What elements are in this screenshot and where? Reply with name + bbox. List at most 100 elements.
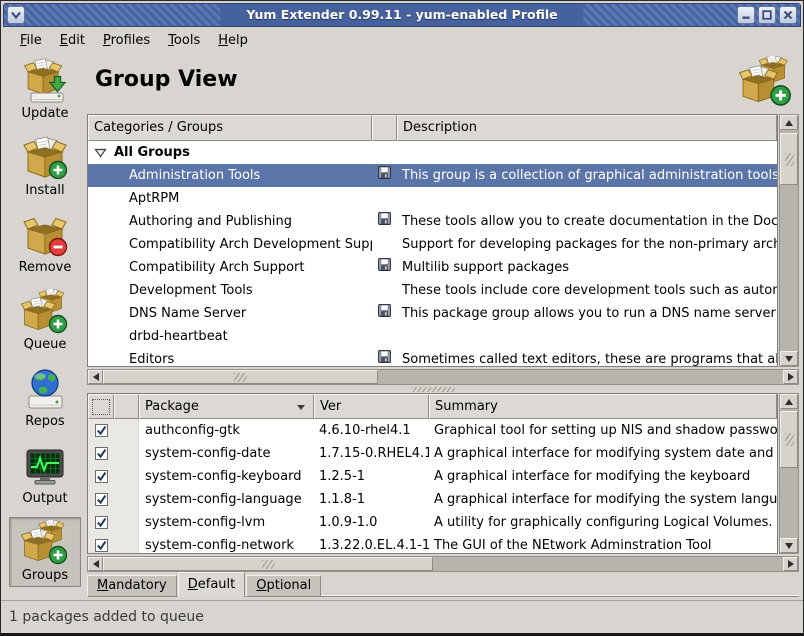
sidebar: Update Install Remove Queue Repos OutputGroup… <box>3 55 87 594</box>
floppy-disk-icon <box>378 210 391 233</box>
group-row[interactable]: All Groups <box>88 141 777 164</box>
group-row[interactable]: Compatibility Arch Development SupportSu… <box>88 233 777 256</box>
maximize-button[interactable] <box>758 6 776 24</box>
column-header-description[interactable]: Description <box>397 115 777 141</box>
groups-vscroll-thumb[interactable] <box>780 133 798 185</box>
package-checkbox[interactable] <box>95 447 108 460</box>
scroll-left-button[interactable] <box>88 370 103 384</box>
pane-splitter-handle[interactable] <box>411 387 455 392</box>
menu-edit[interactable]: Edit <box>51 31 94 50</box>
sidebar-item-update[interactable]: Update <box>9 55 81 125</box>
sidebar-item-label: Install <box>25 183 64 199</box>
groups-icon <box>21 520 69 568</box>
thumb-grip-icon <box>234 373 247 382</box>
sidebar-item-label: Queue <box>24 337 67 353</box>
column-header-media[interactable] <box>372 115 397 141</box>
group-name-cell: AptRPM <box>88 187 372 210</box>
group-label: All Groups <box>114 141 190 164</box>
package-row[interactable]: authconfig-gtk4.6.10-rhel4.1Graphical to… <box>88 419 777 442</box>
package-checkbox[interactable] <box>95 539 108 552</box>
menu-tools[interactable]: Tools <box>159 31 209 50</box>
packages-vscroll-thumb[interactable] <box>780 411 798 468</box>
group-row[interactable]: Compatibility Arch SupportMultilib suppo… <box>88 256 777 279</box>
sidebar-item-remove[interactable]: Remove <box>9 209 81 279</box>
packages-hscroll-thumb[interactable] <box>103 557 433 571</box>
packages-horizontal-scrollbar[interactable] <box>87 556 799 572</box>
package-row[interactable]: system-config-keyboard1.2.5-1A graphical… <box>88 465 777 488</box>
package-version: 1.2.5-1 <box>314 465 429 488</box>
package-checkbox[interactable] <box>95 424 108 437</box>
package-checkbox[interactable] <box>95 516 108 529</box>
arrow-down-icon <box>785 356 793 362</box>
menu-profiles[interactable]: Profiles <box>94 31 159 50</box>
menu-help[interactable]: Help <box>209 31 257 50</box>
groups-hscroll-thumb[interactable] <box>103 370 378 384</box>
window-menu-button[interactable] <box>7 6 25 24</box>
group-name-cell: Editors <box>88 348 372 367</box>
minimize-button[interactable] <box>737 6 755 24</box>
titlebar[interactable]: Yum Extender 0.99.11 - yum-enabled Profi… <box>3 3 801 27</box>
media-cell <box>372 348 397 367</box>
group-row[interactable]: DNS Name ServerThis package group allows… <box>88 302 777 325</box>
groups-table: Categories / Groups Description All Grou… <box>87 114 778 367</box>
sidebar-item-queue[interactable]: Queue <box>9 286 81 356</box>
package-summary: A graphical interface for modifying the … <box>429 465 777 488</box>
column-header-package[interactable]: Package <box>139 394 314 419</box>
sidebar-item-repos[interactable]: Repos <box>9 363 81 433</box>
expander-open-icon[interactable] <box>94 148 107 158</box>
scroll-up-button[interactable] <box>780 394 798 409</box>
package-row[interactable]: system-config-network1.3.22.0.EL.4.1-1Th… <box>88 534 777 553</box>
column-header-ver[interactable]: Ver <box>314 394 429 419</box>
package-row[interactable]: system-config-lvm1.0.9-1.0A utility for … <box>88 511 777 534</box>
tab-default[interactable]: Default <box>178 572 246 597</box>
package-row[interactable]: system-config-date1.7.15-0.RHEL4.1A grap… <box>88 442 777 465</box>
column-header-checkbox[interactable] <box>88 394 114 419</box>
tab-mandatory[interactable]: Mandatory <box>87 575 177 597</box>
arrow-left-icon <box>93 373 99 381</box>
sidebar-item-output[interactable]: Output <box>9 440 81 510</box>
scroll-left-button[interactable] <box>88 557 103 571</box>
package-checkbox[interactable] <box>95 493 108 506</box>
arrow-down-icon <box>785 543 793 549</box>
scroll-down-button[interactable] <box>780 538 798 553</box>
window-controls <box>737 6 797 24</box>
column-header-categories-groups[interactable]: Categories / Groups <box>88 115 372 141</box>
status-cell <box>114 442 139 465</box>
group-label: Development Tools <box>129 279 253 302</box>
group-row[interactable]: Development ToolsThese tools include cor… <box>88 279 777 302</box>
group-row[interactable]: AptRPM <box>88 187 777 210</box>
group-row[interactable]: EditorsSometimes called text editors, th… <box>88 348 777 367</box>
arrow-left-icon <box>93 560 99 568</box>
column-header-package-label: Package <box>145 399 199 414</box>
column-header-summary[interactable]: Summary <box>429 394 777 419</box>
sidebar-item-install[interactable]: Install <box>9 132 81 202</box>
menu-file[interactable]: File <box>11 31 51 50</box>
package-version: 1.3.22.0.EL.4.1-1 <box>314 534 429 553</box>
scroll-down-button[interactable] <box>780 351 798 366</box>
package-checkbox[interactable] <box>95 470 108 483</box>
package-name: system-config-lvm <box>139 511 314 534</box>
package-row[interactable]: system-config-language1.1.8-1A graphical… <box>88 488 777 511</box>
column-header-status[interactable] <box>114 394 139 419</box>
close-icon <box>782 9 794 21</box>
sidebar-item-label: Repos <box>25 414 64 430</box>
tab-optional[interactable]: Optional <box>246 575 321 597</box>
group-label: AptRPM <box>129 187 179 210</box>
packages-vertical-scrollbar[interactable] <box>779 393 799 554</box>
package-name: system-config-date <box>139 442 314 465</box>
group-row[interactable]: Authoring and PublishingThese tools allo… <box>88 210 777 233</box>
close-button[interactable] <box>779 6 797 24</box>
scroll-up-button[interactable] <box>780 115 798 130</box>
groups-vertical-scrollbar[interactable] <box>779 114 799 367</box>
sidebar-item-label: Update <box>21 106 68 122</box>
sidebar-item-groups[interactable]: Groups <box>9 517 81 587</box>
scroll-right-button[interactable] <box>783 370 798 384</box>
floppy-disk-icon <box>378 348 391 367</box>
group-row[interactable]: drbd-heartbeat <box>88 325 777 348</box>
scroll-right-button[interactable] <box>783 557 798 571</box>
group-row[interactable]: Administration ToolsThis group is a coll… <box>88 164 777 187</box>
sort-descending-icon <box>297 405 305 410</box>
group-name-cell: Authoring and Publishing <box>88 210 372 233</box>
output-icon <box>21 443 69 491</box>
groups-horizontal-scrollbar[interactable] <box>87 369 799 385</box>
